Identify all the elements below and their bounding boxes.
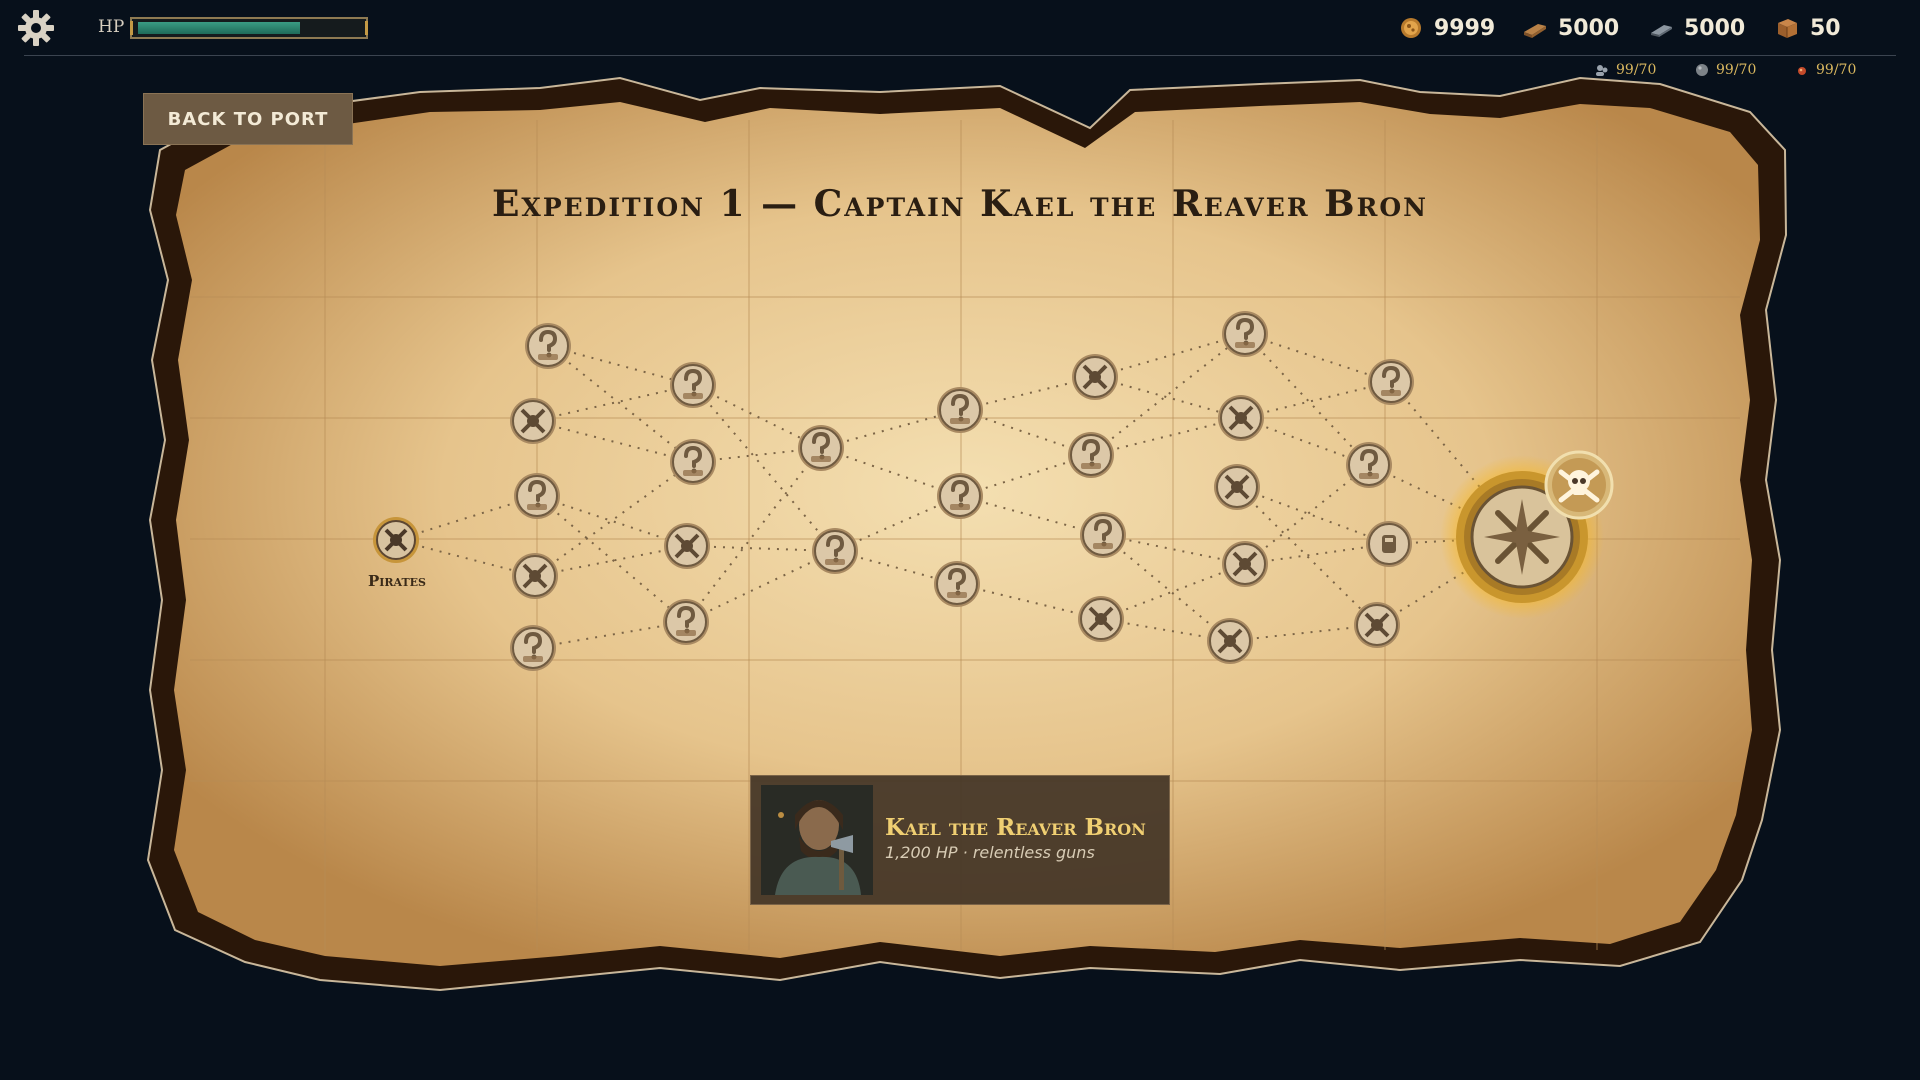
- boss-portrait: [761, 785, 873, 895]
- expedition-title: Expedition 1 — Captain Kael the Reaver B…: [491, 183, 1428, 225]
- map-node-battle[interactable]: [1213, 463, 1261, 511]
- map-node-mystery[interactable]: [797, 424, 845, 472]
- boss-info-card: Kael the Reaver Bron 1,200 HP · relentle…: [750, 775, 1170, 905]
- map-node-mystery[interactable]: [933, 560, 981, 608]
- map-node-battle[interactable]: [1217, 394, 1265, 442]
- map-node-mystery[interactable]: [936, 386, 984, 434]
- map-node-mystery[interactable]: [1367, 358, 1415, 406]
- map-node-start-pirates[interactable]: [372, 516, 420, 564]
- map-node-battle[interactable]: [1221, 540, 1269, 588]
- map-node-battle[interactable]: [509, 397, 557, 445]
- map-node-mystery[interactable]: [811, 527, 859, 575]
- map-node-battle[interactable]: [511, 552, 559, 600]
- map-node-mystery[interactable]: [669, 438, 717, 486]
- boss-name: Kael the Reaver Bron: [885, 814, 1146, 841]
- map-node-battle[interactable]: [1353, 601, 1401, 649]
- expedition-map: Pirates BACK TO PORT Expedition 1 — Capt…: [0, 0, 1920, 1080]
- map-node-mystery[interactable]: [662, 598, 710, 646]
- map-node-shop[interactable]: [1365, 520, 1413, 568]
- map-node-battle[interactable]: [663, 522, 711, 570]
- map-node-mystery[interactable]: [936, 472, 984, 520]
- map-node-battle[interactable]: [1077, 595, 1125, 643]
- start-node-label: Pirates: [367, 572, 426, 590]
- map-node-mystery[interactable]: [524, 322, 572, 370]
- boss-stats: 1,200 HP · relentless guns: [885, 843, 1095, 862]
- map-node-mystery[interactable]: [509, 624, 557, 672]
- map-node-mystery[interactable]: [513, 472, 561, 520]
- map-node-battle[interactable]: [1071, 353, 1119, 401]
- parchment-map: [146, 76, 1788, 992]
- map-node-mystery[interactable]: [1067, 431, 1115, 479]
- map-node-battle[interactable]: [1206, 617, 1254, 665]
- skull-crossbones-icon[interactable]: [1544, 450, 1614, 520]
- map-node-mystery[interactable]: [1079, 511, 1127, 559]
- back-to-port-button[interactable]: BACK TO PORT: [143, 93, 353, 145]
- map-node-mystery[interactable]: [669, 361, 717, 409]
- map-node-mystery[interactable]: [1221, 310, 1269, 358]
- map-node-mystery[interactable]: [1345, 441, 1393, 489]
